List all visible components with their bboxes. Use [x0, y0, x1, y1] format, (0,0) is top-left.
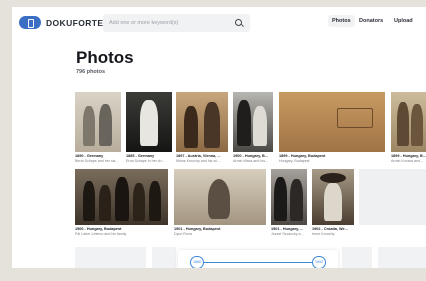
- photo-title: 1899 - Hungary, B...: [391, 154, 426, 158]
- photo-subtitle: Irene Krouchy: [312, 232, 335, 236]
- photo-placeholder: [152, 247, 176, 268]
- search-input[interactable]: [109, 17, 224, 29]
- top-bar: DOKUFORTE Photos Donators Upload: [12, 7, 426, 41]
- photo-title: 1900 - Hungary, B...: [233, 154, 268, 158]
- photo-subtitle: Armin Kovacs and...: [391, 159, 424, 163]
- photo-thumbnail[interactable]: [233, 92, 273, 152]
- photo-subtitle: Erna Schape in her ch...: [126, 159, 165, 163]
- slider-end-handle[interactable]: 1992: [312, 256, 326, 268]
- search-icon[interactable]: [235, 19, 242, 26]
- photo-thumbnail[interactable]: [279, 92, 385, 152]
- slider-start-handle[interactable]: 1880: [190, 256, 204, 268]
- photo-thumbnail[interactable]: [126, 92, 172, 152]
- photo-placeholder: [378, 247, 426, 268]
- photo-title: 1899 - Hungary, Budapest: [279, 154, 326, 158]
- photo-title: 1901 - Hungary, Budapest: [174, 227, 221, 231]
- photo-subtitle: Berta Schape and her sis...: [75, 159, 119, 163]
- search-box: [103, 14, 250, 32]
- photo-placeholder: [359, 169, 426, 225]
- photo-thumbnail[interactable]: [75, 169, 168, 225]
- page-title: Photos: [76, 48, 134, 67]
- photo-thumbnail[interactable]: [174, 169, 266, 225]
- photo-subtitle: Dyuri Rona: [174, 232, 192, 236]
- nav-donators[interactable]: Donators: [359, 18, 383, 24]
- photo-placeholder: [75, 247, 146, 268]
- photo-title: 1897 - Austria, Vienna, ...: [176, 154, 221, 158]
- page: DOKUFORTE Photos Donators Upload Photos …: [12, 7, 426, 268]
- photo-count: 796 photos: [76, 69, 106, 75]
- photo-subtitle: Hungary, Budapest: [279, 159, 310, 163]
- slider-track[interactable]: [198, 262, 318, 263]
- photo-subtitle: Jozsef Szczucky a...: [271, 232, 304, 236]
- brand-name: DOKUFORTE: [46, 17, 104, 28]
- photo-thumbnail[interactable]: [312, 169, 354, 225]
- photo-title: 1885 - Germany: [126, 154, 155, 158]
- photo-title: 1902 - Croatia, We...: [312, 227, 348, 231]
- nav-upload[interactable]: Upload: [394, 18, 413, 24]
- photo-thumbnail[interactable]: [391, 92, 426, 152]
- brand-logo[interactable]: DOKUFORTE: [19, 16, 103, 29]
- photo-thumbnail[interactable]: [176, 92, 228, 152]
- photo-placeholder: [342, 247, 372, 268]
- photo-title: 1890 - Germany: [75, 154, 104, 158]
- photo-subtitle: Minos Krouchy and his wi...: [176, 159, 220, 163]
- nav-photos[interactable]: Photos: [328, 15, 355, 27]
- logo-icon: [19, 16, 41, 29]
- photo-title: 1900 - Hungary, Budapest: [75, 227, 122, 231]
- photo-subtitle: Pál Laber-Lelemo and his family: [75, 232, 127, 236]
- photo-thumbnail[interactable]: [75, 92, 121, 152]
- photo-thumbnail[interactable]: [271, 169, 307, 225]
- year-range-filter: 1880 1992: [178, 250, 338, 268]
- photo-subtitle: Armin Waxa and his...: [233, 159, 269, 163]
- photo-title: 1901 - Hungary, ...: [271, 227, 304, 231]
